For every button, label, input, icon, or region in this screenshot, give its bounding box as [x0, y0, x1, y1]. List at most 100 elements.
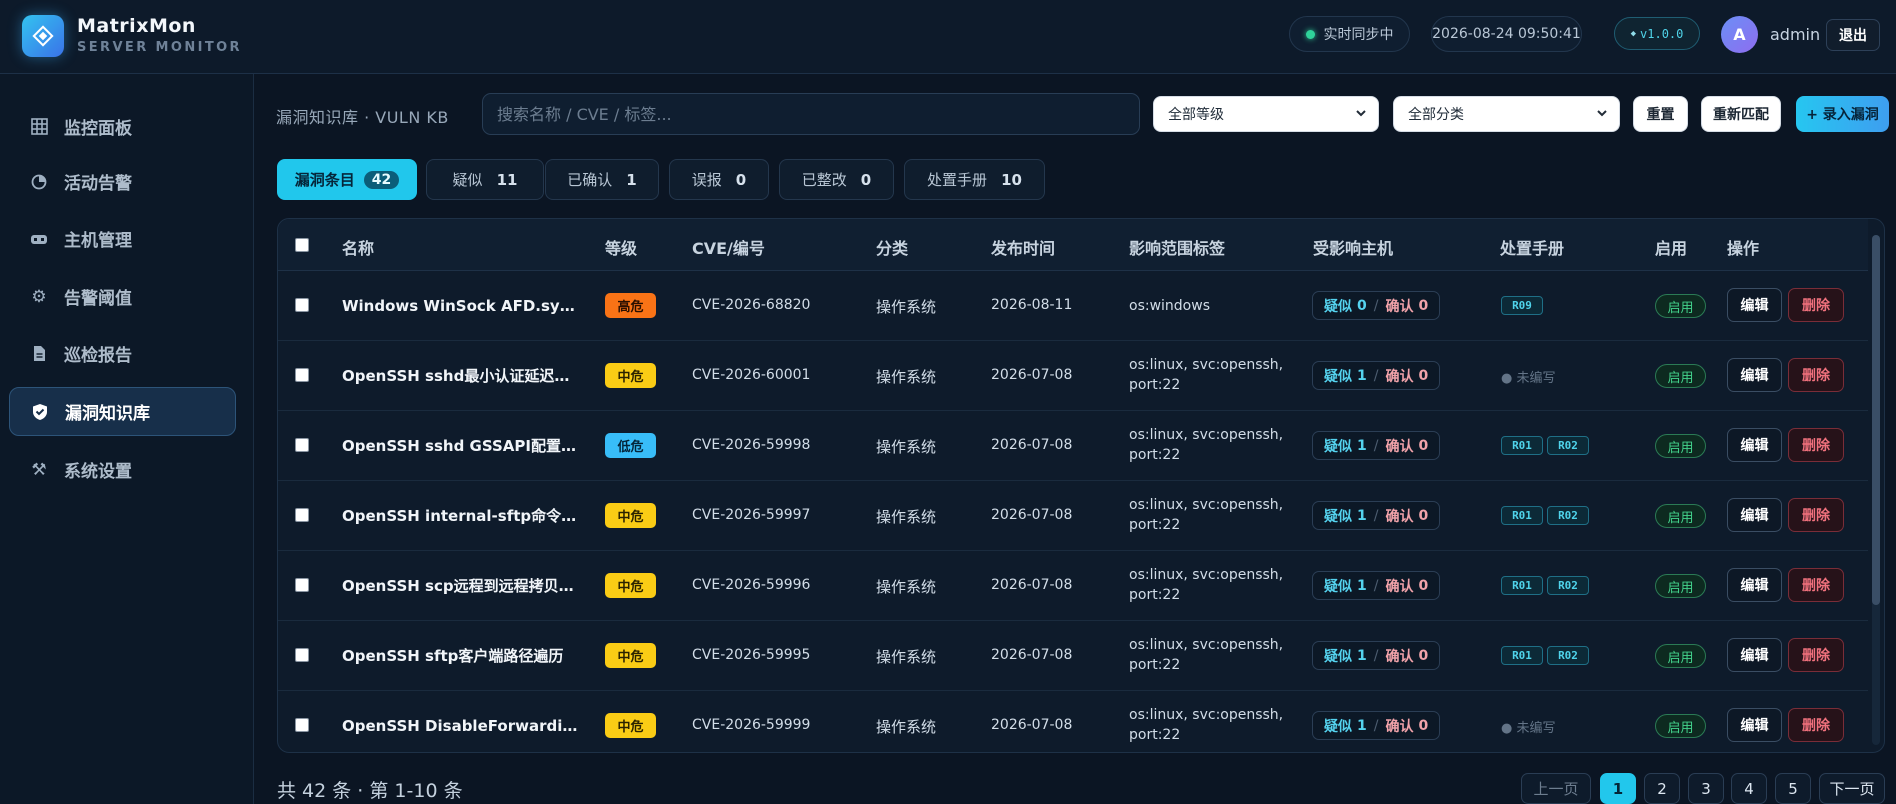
- prev-page-button[interactable]: 上一页: [1521, 773, 1591, 804]
- sidebar-item-alerts[interactable]: 活动告警: [9, 157, 236, 206]
- sidebar-item-vuln-kb[interactable]: 漏洞知识库: [9, 387, 236, 436]
- search-input[interactable]: [482, 93, 1140, 135]
- table-scrollbar[interactable]: [1872, 235, 1880, 745]
- row-checkbox[interactable]: [295, 578, 309, 592]
- edit-button[interactable]: 编辑: [1727, 288, 1782, 322]
- sidebar-item-dashboard[interactable]: 监控面板: [9, 102, 236, 151]
- edit-button[interactable]: 编辑: [1727, 568, 1782, 602]
- page-button-2[interactable]: 2: [1644, 773, 1680, 804]
- table-row[interactable]: OpenSSH internal-sftp命令行参... 中危 CVE-2026-5…: [278, 481, 1868, 551]
- affected-hosts-pill[interactable]: 疑似 0/确认 0: [1312, 291, 1441, 320]
- vuln-name[interactable]: OpenSSH sshd GSSAPI配置文档...: [342, 435, 582, 456]
- column-header-published[interactable]: 发布时间: [991, 235, 1055, 259]
- logout-button[interactable]: 退出: [1826, 19, 1880, 51]
- impact-tags: os:linux, svc:openssh, port:22: [1129, 355, 1289, 395]
- sidebar-item-thresholds[interactable]: ⚙ 告警阈值: [9, 272, 236, 321]
- scrollbar-thumb[interactable]: [1872, 235, 1880, 605]
- select-all-checkbox[interactable]: [295, 238, 309, 252]
- tab-entries[interactable]: 漏洞条目 42: [277, 159, 417, 200]
- row-checkbox[interactable]: [295, 648, 309, 662]
- confirm-prefix: 确认: [1385, 718, 1414, 735]
- edit-button[interactable]: 编辑: [1727, 638, 1782, 672]
- playbook-tag[interactable]: R09: [1501, 296, 1543, 315]
- delete-button[interactable]: 删除: [1788, 708, 1844, 742]
- vuln-name[interactable]: OpenSSH internal-sftp命令行参...: [342, 505, 582, 526]
- edit-button[interactable]: 编辑: [1727, 708, 1782, 742]
- avatar[interactable]: A: [1721, 16, 1758, 53]
- playbook-tag[interactable]: R01: [1501, 646, 1543, 665]
- tab-suspected[interactable]: 疑似 11: [426, 159, 544, 200]
- table-row[interactable]: OpenSSH sftp客户端路径遍历 中危 CVE-2026-59995 操作系统 2…: [278, 621, 1868, 691]
- table-row[interactable]: OpenSSH DisableForwarding限... 中危 CVE-2026-…: [278, 691, 1868, 752]
- delete-button[interactable]: 删除: [1788, 428, 1844, 462]
- edit-button[interactable]: 编辑: [1727, 498, 1782, 532]
- affected-hosts-pill[interactable]: 疑似 1 / 确认 0: [1312, 641, 1441, 670]
- page-button-3[interactable]: 3: [1688, 773, 1724, 804]
- row-checkbox[interactable]: [295, 438, 309, 452]
- page-button-5[interactable]: 5: [1775, 773, 1811, 804]
- tab-remediated[interactable]: 已整改 0: [779, 159, 894, 200]
- rematch-button[interactable]: 重新匹配: [1701, 96, 1781, 132]
- vuln-name[interactable]: OpenSSH sftp客户端路径遍历: [342, 645, 582, 666]
- delete-button[interactable]: 删除: [1788, 568, 1844, 602]
- vuln-name[interactable]: OpenSSH DisableForwarding限...: [342, 715, 582, 736]
- playbook-tag[interactable]: R02: [1547, 646, 1589, 665]
- playbook-tag[interactable]: R02: [1547, 436, 1589, 455]
- sidebar-item-settings[interactable]: ⚒ 系统设置: [9, 445, 236, 494]
- playbook-tag[interactable]: R02: [1547, 506, 1589, 525]
- sidebar-item-reports[interactable]: 巡检报告: [9, 329, 236, 378]
- enabled-toggle[interactable]: 启用: [1655, 714, 1706, 738]
- delete-button[interactable]: 删除: [1788, 358, 1844, 392]
- affected-hosts-pill[interactable]: 疑似 1 / 确认 0: [1312, 501, 1441, 530]
- table-row[interactable]: Windows WinSock AFD.sys 释放... 高危 CVE-2026-…: [278, 271, 1868, 341]
- table-row[interactable]: OpenSSH sshd GSSAPI配置文档... 低危 CVE-2026-599…: [278, 411, 1868, 481]
- playbook-tag[interactable]: R02: [1547, 576, 1589, 595]
- column-header-name[interactable]: 名称: [342, 235, 374, 259]
- affected-hosts-pill[interactable]: 疑似 1 / 确认 0: [1312, 361, 1441, 390]
- sidebar-item-hosts[interactable]: 主机管理: [9, 214, 236, 263]
- row-checkbox[interactable]: [295, 508, 309, 522]
- column-header-impact[interactable]: 影响范围标签: [1129, 235, 1225, 259]
- enabled-toggle[interactable]: 启用: [1655, 364, 1706, 388]
- delete-button[interactable]: 删除: [1788, 498, 1844, 532]
- table-row[interactable]: OpenSSH sshd最小认证延迟绕过 中危 CVE-2026-60001 操作系统…: [278, 341, 1868, 411]
- tab-confirmed[interactable]: 已确认 1: [545, 159, 659, 200]
- next-page-button[interactable]: 下一页: [1819, 773, 1885, 804]
- row-checkbox[interactable]: [295, 368, 309, 382]
- enabled-toggle[interactable]: 启用: [1655, 434, 1706, 458]
- affected-hosts-pill[interactable]: 疑似 1 / 确认 0: [1312, 431, 1441, 460]
- category-select[interactable]: 全部分类: [1393, 96, 1620, 132]
- delete-button[interactable]: 删除: [1788, 288, 1844, 322]
- row-checkbox[interactable]: [295, 298, 309, 312]
- column-header-hosts[interactable]: 受影响主机: [1313, 235, 1393, 259]
- playbook-tag[interactable]: R01: [1501, 436, 1543, 455]
- reset-button[interactable]: 重置: [1633, 96, 1688, 132]
- affected-hosts-pill[interactable]: 疑似 1 / 确认 0: [1312, 571, 1441, 600]
- vuln-name[interactable]: OpenSSH scp远程到远程拷贝父...: [342, 575, 582, 596]
- level-select[interactable]: 全部等级: [1153, 96, 1379, 132]
- add-vuln-button[interactable]: + 录入漏洞: [1796, 96, 1889, 132]
- column-header-enabled[interactable]: 启用: [1655, 235, 1687, 259]
- playbook-tag[interactable]: R01: [1501, 506, 1543, 525]
- edit-button[interactable]: 编辑: [1727, 428, 1782, 462]
- column-header-playbook[interactable]: 处置手册: [1500, 235, 1564, 259]
- column-header-cve[interactable]: CVE/编号: [692, 235, 765, 259]
- column-header-category[interactable]: 分类: [876, 235, 908, 259]
- vuln-name[interactable]: Windows WinSock AFD.sys 释放...: [342, 295, 582, 316]
- enabled-toggle[interactable]: 启用: [1655, 574, 1706, 598]
- page-button-1[interactable]: 1: [1600, 773, 1636, 804]
- enabled-toggle[interactable]: 启用: [1655, 294, 1706, 318]
- row-checkbox[interactable]: [295, 718, 309, 732]
- affected-hosts-pill[interactable]: 疑似 1 / 确认 0: [1312, 711, 1441, 740]
- playbook-tag[interactable]: R01: [1501, 576, 1543, 595]
- table-row[interactable]: OpenSSH scp远程到远程拷贝父... 中危 CVE-2026-59996 操作…: [278, 551, 1868, 621]
- enabled-toggle[interactable]: 启用: [1655, 644, 1706, 668]
- delete-button[interactable]: 删除: [1788, 638, 1844, 672]
- tab-false-positive[interactable]: 误报 0: [669, 159, 769, 200]
- page-button-4[interactable]: 4: [1731, 773, 1767, 804]
- enabled-toggle[interactable]: 启用: [1655, 504, 1706, 528]
- column-header-level[interactable]: 等级: [605, 235, 637, 259]
- vuln-name[interactable]: OpenSSH sshd最小认证延迟绕过: [342, 365, 582, 386]
- tab-playbooks[interactable]: 处置手册 10: [904, 159, 1045, 200]
- edit-button[interactable]: 编辑: [1727, 358, 1782, 392]
